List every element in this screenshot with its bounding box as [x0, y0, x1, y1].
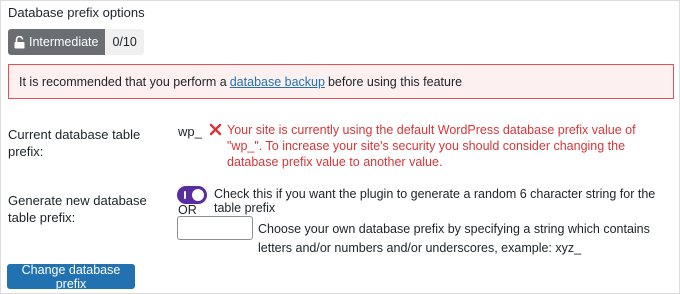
lock-open-icon: [14, 35, 25, 49]
notice-text-before: It is recommended that you perform a: [19, 74, 227, 89]
settings-panel: Database prefix options Intermediate 0/1…: [0, 0, 680, 294]
generate-random-prefix-toggle[interactable]: [177, 186, 207, 204]
backup-notice: It is recommended that you perform a dat…: [8, 64, 674, 99]
notice-text-after: before using this feature: [327, 74, 463, 89]
section-title: Database prefix options: [8, 5, 145, 20]
change-prefix-button[interactable]: Change database prefix: [7, 263, 135, 291]
badge-level-text: Intermediate: [29, 35, 99, 49]
prefix-warning-text: Your site is currently using the default…: [227, 123, 636, 169]
current-prefix-label: Current database table prefix:: [8, 127, 141, 159]
toggle-description: Check this if you want the plugin to gen…: [214, 187, 656, 215]
badge-level: Intermediate: [8, 29, 106, 55]
toggle-knob: [192, 189, 204, 201]
generate-prefix-label: Generate new database table prefix:: [8, 193, 147, 225]
or-separator: OR: [178, 203, 197, 217]
error-x-icon: [209, 123, 222, 139]
current-prefix-value: wp_: [178, 124, 202, 139]
custom-prefix-input[interactable]: [177, 216, 253, 240]
difficulty-badge: Intermediate 0/10: [8, 29, 144, 55]
toggle-on-indicator: [184, 191, 186, 199]
custom-prefix-description: Choose your own database prefix by speci…: [258, 222, 650, 255]
database-backup-link[interactable]: database backup: [230, 75, 325, 89]
badge-score: 0/10: [105, 29, 144, 55]
